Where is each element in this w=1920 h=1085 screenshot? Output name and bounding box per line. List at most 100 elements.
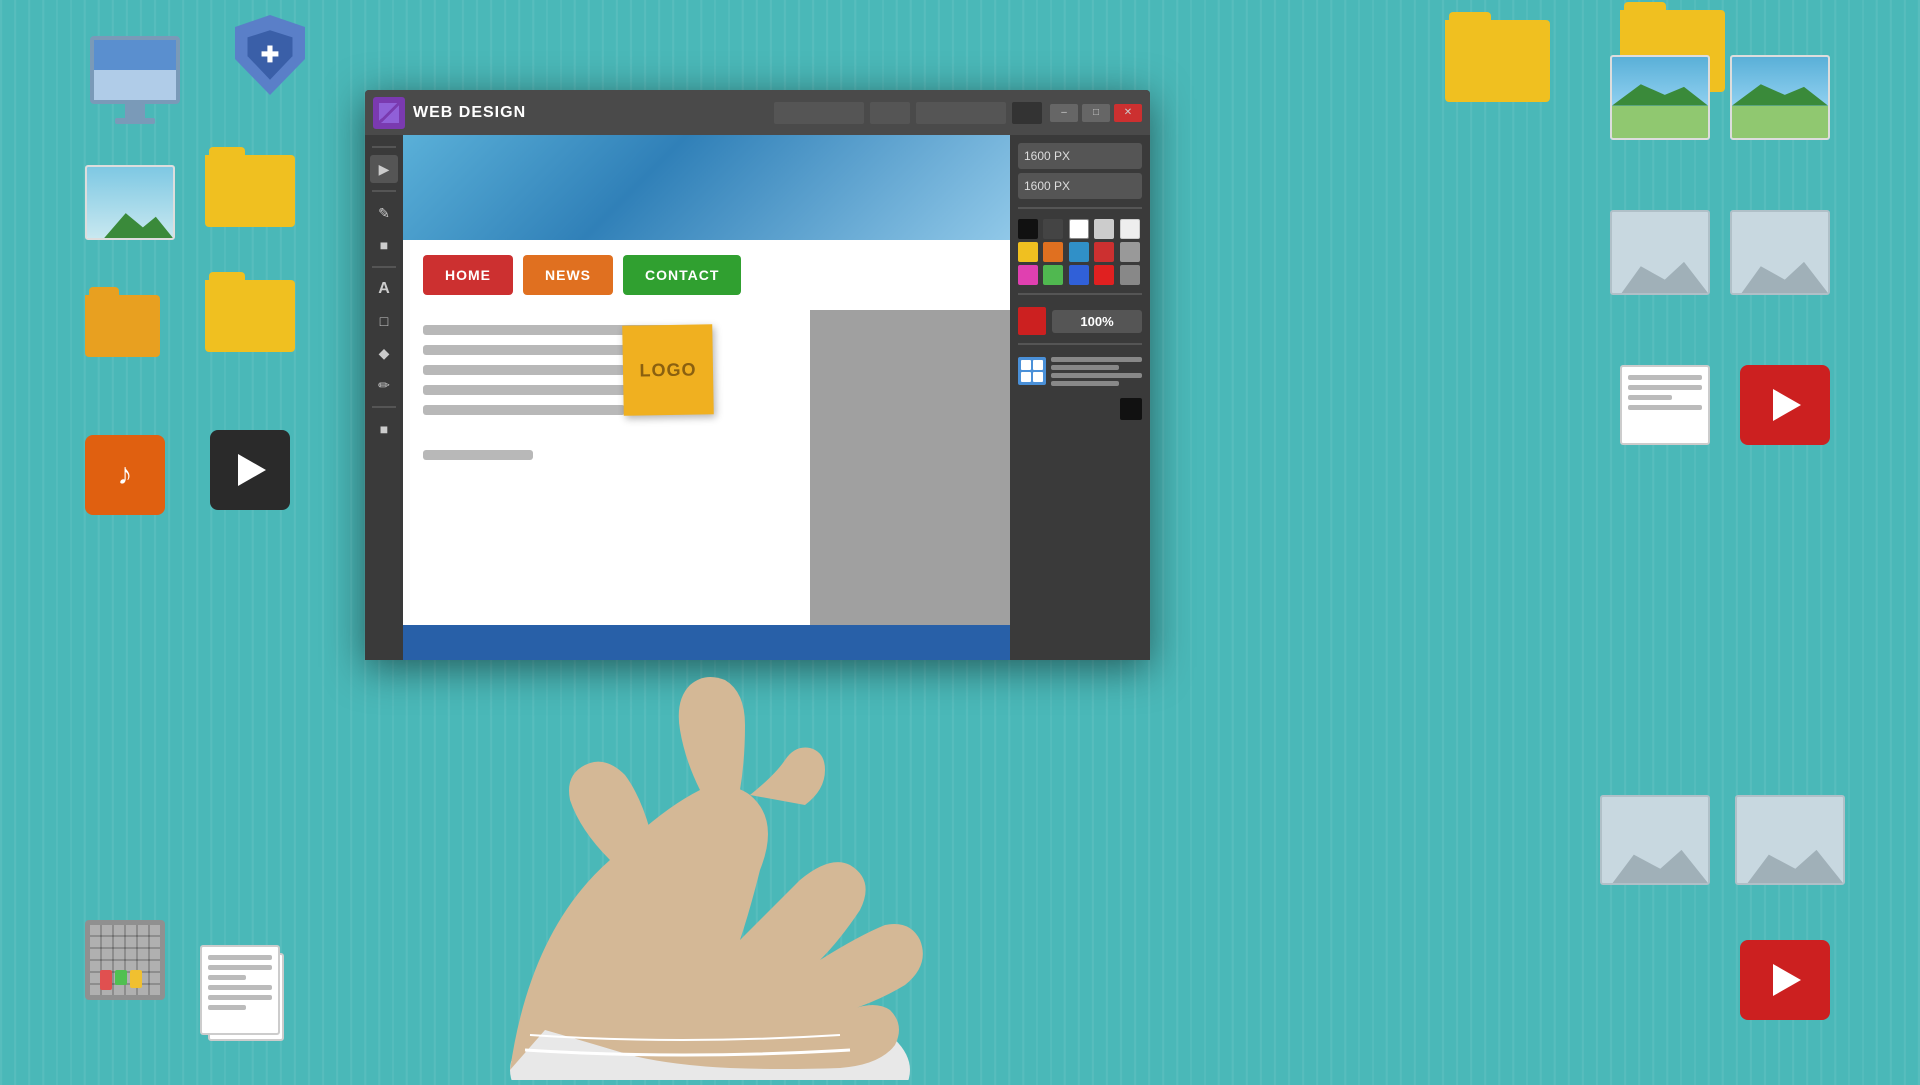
tool-pencil[interactable]: ✎ xyxy=(370,199,398,227)
title-bar: WEB DESIGN – □ ✕ xyxy=(365,90,1150,135)
logo-sticky-note[interactable]: LOGO xyxy=(622,324,714,416)
toolbar-input-1[interactable] xyxy=(774,102,864,124)
text-line-m-1 xyxy=(1051,357,1142,362)
nav-home-button[interactable]: HOME xyxy=(423,255,513,295)
tool-text[interactable]: A xyxy=(370,275,398,303)
grid-cell-4 xyxy=(1033,372,1043,382)
video-icon-left[interactable] xyxy=(210,430,290,510)
monitor-stand xyxy=(125,104,145,118)
doc-icon-right xyxy=(1620,365,1710,445)
music-icon-box[interactable]: ♪ xyxy=(85,435,165,515)
swatch-black[interactable] xyxy=(1018,219,1038,239)
tool-fill[interactable]: ■ xyxy=(370,415,398,443)
trash-items xyxy=(100,970,142,990)
img-mountain-1 xyxy=(87,203,173,239)
canvas-area[interactable]: HOME NEWS CONTACT xyxy=(403,135,1010,660)
minimize-button[interactable]: – xyxy=(1050,104,1078,122)
swatch-yellow[interactable] xyxy=(1018,242,1038,262)
music-icon[interactable]: ♪ xyxy=(85,435,165,515)
folder-icon-2[interactable] xyxy=(85,295,160,357)
swatch-green[interactable] xyxy=(1043,265,1063,285)
trash-icon xyxy=(75,920,175,1030)
content-spacer xyxy=(423,425,790,440)
black-square-tool[interactable] xyxy=(1120,398,1142,420)
photo-gray-4 xyxy=(1735,795,1845,885)
monitor-base xyxy=(115,118,155,124)
photo-mountain-rt2 xyxy=(1732,79,1828,106)
height-input[interactable]: 1600 PX xyxy=(1018,173,1142,199)
doc-frame-right xyxy=(1620,365,1710,445)
photo-gray-mountain-1 xyxy=(1612,248,1708,293)
photo-frame-rt xyxy=(1610,55,1710,140)
folder-body-1[interactable] xyxy=(205,155,295,227)
folder-icon-3[interactable] xyxy=(205,280,295,352)
width-input[interactable]: 1600 PX xyxy=(1018,143,1142,169)
tool-brush[interactable]: ✏ xyxy=(370,371,398,399)
video-icon-right[interactable] xyxy=(1740,365,1830,445)
toolbar-divider-2 xyxy=(372,266,396,268)
folder-body-2[interactable] xyxy=(85,295,160,357)
image-icon-right-top xyxy=(1610,55,1710,140)
swatch-red[interactable] xyxy=(1094,242,1114,262)
swatch-blue[interactable] xyxy=(1069,242,1089,262)
toolbar-input-2[interactable] xyxy=(870,102,910,124)
zoom-value[interactable]: 100% xyxy=(1052,310,1142,333)
toolbar-divider-top xyxy=(372,146,396,148)
photo-bottom-rt xyxy=(1612,106,1708,138)
swatch-dark-gray[interactable] xyxy=(1043,219,1063,239)
tool-rect[interactable]: □ xyxy=(370,307,398,335)
color-swatches xyxy=(1018,219,1142,285)
mockup-footer xyxy=(403,625,1010,660)
left-toolbar: ▶ ✎ ■ A □ ◆ ✏ ■ xyxy=(365,135,403,660)
folder-icon-1[interactable] xyxy=(205,155,295,227)
swatch-mid-gray[interactable] xyxy=(1120,265,1140,285)
video-icon-box-left[interactable] xyxy=(210,430,290,510)
swatch-orange[interactable] xyxy=(1043,242,1063,262)
video-icon-bottom-right[interactable] xyxy=(1740,940,1830,1020)
swatch-pink[interactable] xyxy=(1018,265,1038,285)
nav-contact-button[interactable]: CONTACT xyxy=(623,255,741,295)
tool-shape[interactable]: ■ xyxy=(370,231,398,259)
swatch-white[interactable] xyxy=(1069,219,1089,239)
app-icon xyxy=(373,97,405,129)
swatch-dark-blue[interactable] xyxy=(1069,265,1089,285)
content-line-3 xyxy=(423,365,625,375)
grid-text-area xyxy=(1018,357,1142,386)
folder-body-3[interactable] xyxy=(205,280,295,352)
maximize-button[interactable]: □ xyxy=(1082,104,1110,122)
swatch-light-gray[interactable] xyxy=(1094,219,1114,239)
app-icon-slash xyxy=(379,103,399,123)
doc-r-line-2 xyxy=(1628,385,1702,390)
grid-icon xyxy=(1018,357,1046,385)
zoom-row: 100% xyxy=(1018,307,1142,335)
photo-gray-3 xyxy=(1600,795,1710,885)
tool-select[interactable]: ▶ xyxy=(370,155,398,183)
mockup-header xyxy=(403,135,1010,240)
video-icon-box-br[interactable] xyxy=(1740,940,1830,1020)
folder-body-tr-l[interactable] xyxy=(1445,20,1550,102)
swatch-bright-red[interactable] xyxy=(1094,265,1114,285)
width-label: 1600 PX xyxy=(1024,149,1070,163)
doc-icon-bottom xyxy=(200,945,280,1040)
toolbar-input-3[interactable] xyxy=(916,102,1006,124)
app-title: WEB DESIGN xyxy=(413,104,766,122)
doc-line-1 xyxy=(208,955,272,960)
folder-icon-top-right-large[interactable] xyxy=(1445,20,1550,102)
nav-news-button[interactable]: NEWS xyxy=(523,255,613,295)
mockup-content: LOGO xyxy=(403,310,1010,625)
close-button[interactable]: ✕ xyxy=(1114,104,1142,122)
panel-divider-1 xyxy=(1018,207,1142,209)
swatch-gray[interactable] xyxy=(1120,242,1140,262)
trash-item-red xyxy=(100,970,112,990)
cuff-line-2 xyxy=(530,1035,840,1040)
tool-diamond[interactable]: ◆ xyxy=(370,339,398,367)
doc-r-line-4 xyxy=(1628,405,1702,410)
photo-gray-1 xyxy=(1610,210,1710,295)
color-preview-red[interactable] xyxy=(1018,307,1046,335)
video-icon-box-right[interactable] xyxy=(1740,365,1830,445)
shield-inner: ✚ xyxy=(245,28,295,83)
swatch-off-white[interactable] xyxy=(1120,219,1140,239)
panel-divider-2 xyxy=(1018,293,1142,295)
photo-bottom-rt2 xyxy=(1732,106,1828,138)
monitor-shape xyxy=(90,36,180,104)
